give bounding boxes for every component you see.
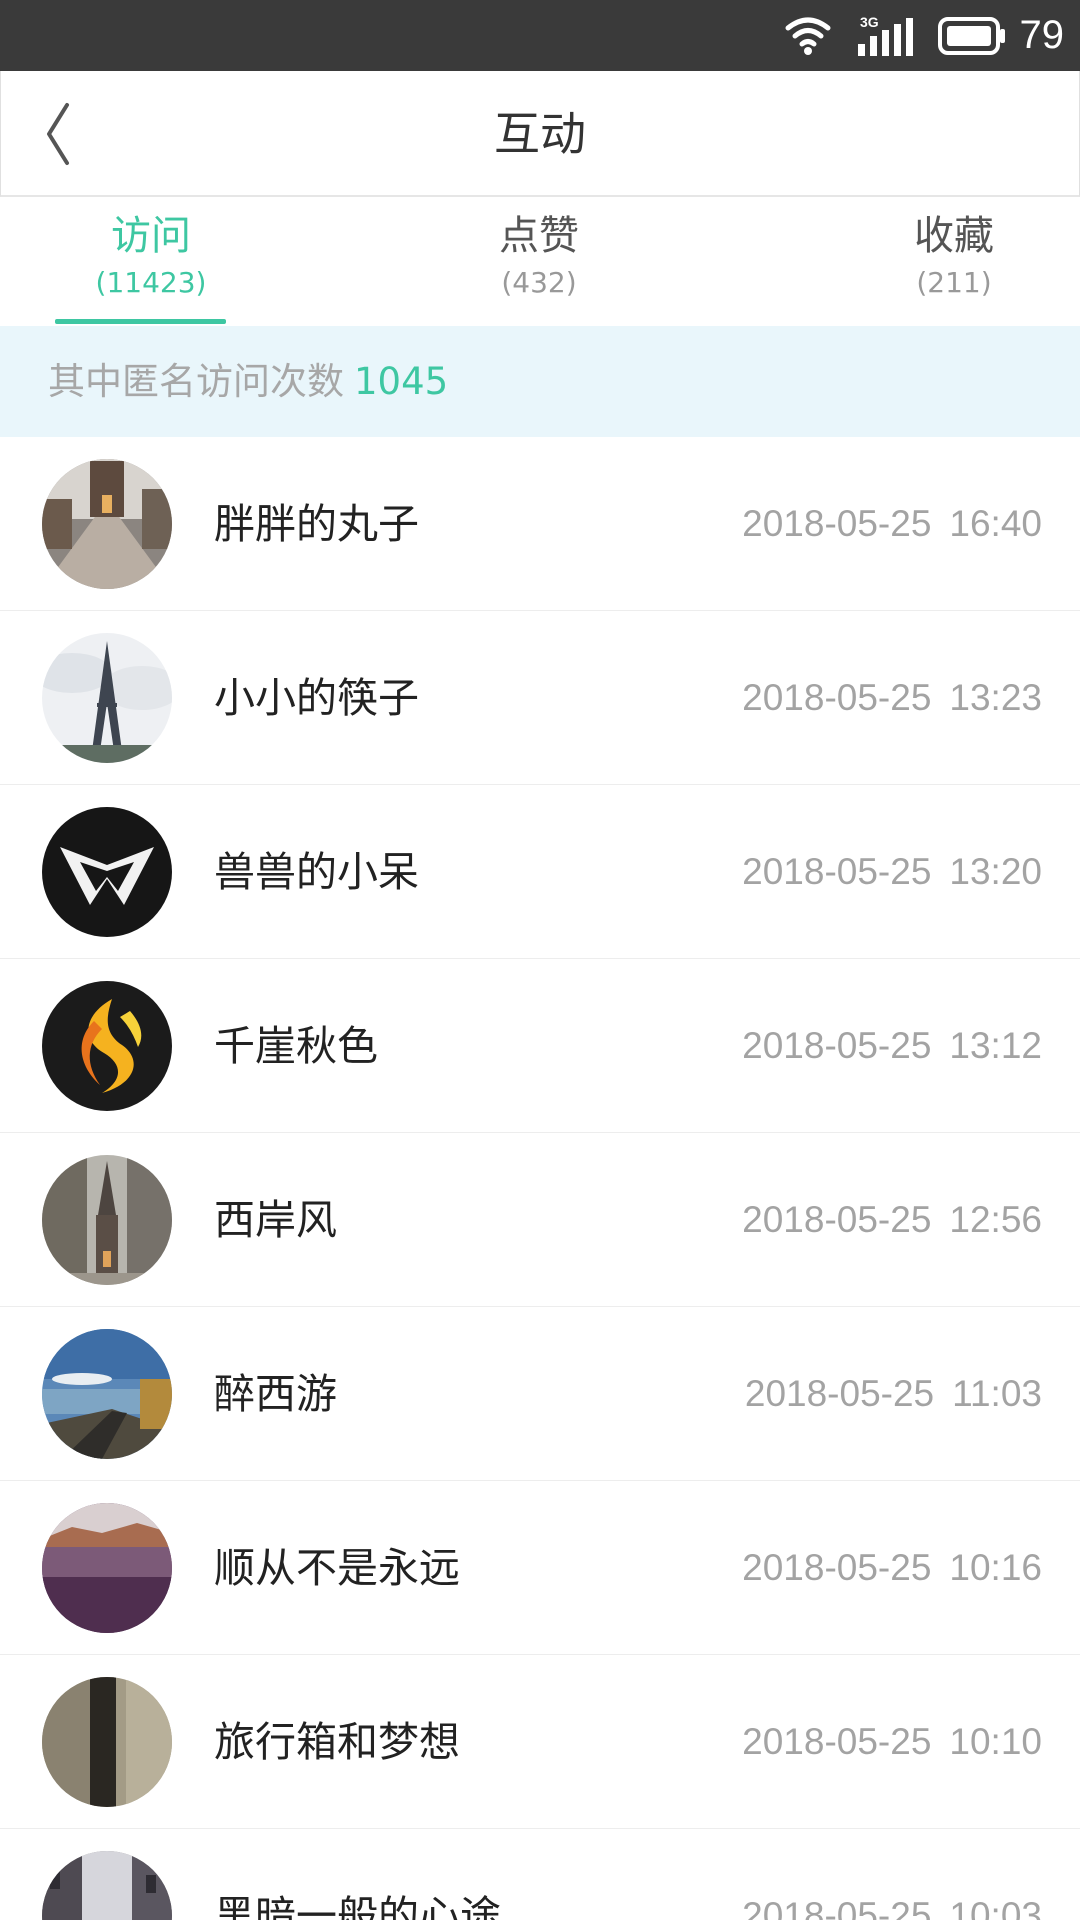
list-item[interactable]: 千崖秋色 2018-05-25 13:12 <box>0 959 1080 1133</box>
visit-date: 2018-05-25 <box>742 503 932 544</box>
tab-favorites-count: (211) <box>916 266 992 299</box>
avatar-sea-image <box>42 1503 172 1633</box>
visit-timestamp: 2018-05-25 11:03 <box>745 1307 1042 1481</box>
visit-date: 2018-05-25 <box>742 677 932 718</box>
visit-date: 2018-05-25 <box>742 1547 932 1588</box>
visitor-name: 旅行箱和梦想 <box>214 1718 460 1766</box>
visitor-name: 胖胖的丸子 <box>214 500 419 548</box>
list-item[interactable]: 旅行箱和梦想 2018-05-25 10:10 <box>0 1655 1080 1829</box>
tab-likes-label: 点赞 <box>499 213 579 259</box>
visitor-name: 顺从不是永远 <box>214 1544 460 1592</box>
visitor-name: 黑暗一般的心途 <box>214 1892 501 1920</box>
avatar[interactable] <box>42 1155 172 1285</box>
list-item[interactable]: 顺从不是永远 2018-05-25 10:16 <box>0 1481 1080 1655</box>
tab-visits[interactable]: 访问 (11423) <box>31 197 271 326</box>
visit-timestamp: 2018-05-25 10:10 <box>742 1655 1042 1829</box>
visit-time: 13:12 <box>949 1025 1042 1066</box>
anonymous-visits-count: 1045 <box>354 360 449 403</box>
battery-icon <box>938 17 1005 55</box>
avatar[interactable] <box>42 1329 172 1459</box>
list-item[interactable]: 黑暗一般的心途 2018-05-25 10:03 <box>0 1829 1080 1920</box>
list-item[interactable]: 小小的筷子 2018-05-25 13:23 <box>0 611 1080 785</box>
avatar[interactable] <box>42 981 172 1111</box>
avatar[interactable] <box>42 1503 172 1633</box>
list-item[interactable]: 西岸风 2018-05-25 12:56 <box>0 1133 1080 1307</box>
visit-date: 2018-05-25 <box>742 1199 932 1240</box>
tab-visits-count: (11423) <box>95 266 207 299</box>
tab-bar: 访问 (11423) 点赞 (432) 收藏 (211) <box>0 197 1080 326</box>
visit-date: 2018-05-25 <box>742 851 932 892</box>
visitor-name: 小小的筷子 <box>214 674 419 722</box>
chevron-left-icon <box>47 103 69 165</box>
visit-date: 2018-05-25 <box>742 1895 932 1920</box>
visitor-name: 醉西游 <box>214 1370 337 1418</box>
anonymous-visits-text: 其中匿名访问次数 1045 <box>48 326 448 437</box>
visit-timestamp: 2018-05-25 16:40 <box>742 437 1042 611</box>
status-bar: 3G 79 <box>0 0 1080 71</box>
tab-likes[interactable]: 点赞 (432) <box>419 197 659 326</box>
avatar-lake-road-image <box>42 1329 172 1459</box>
avatar[interactable] <box>42 1677 172 1807</box>
avatar-logo-image <box>42 807 172 937</box>
visit-time: 10:03 <box>949 1895 1042 1920</box>
tab-favorites-label: 收藏 <box>914 213 994 259</box>
battery-level: 79 <box>1019 13 1065 57</box>
visit-timestamp: 2018-05-25 13:12 <box>742 959 1042 1133</box>
anonymous-visits-banner: 其中匿名访问次数 1045 <box>0 326 1080 437</box>
visitor-name: 兽兽的小呆 <box>214 848 419 896</box>
app-header: 互动 <box>0 71 1080 197</box>
visit-time: 10:16 <box>949 1547 1042 1588</box>
avatar[interactable] <box>42 807 172 937</box>
visit-date: 2018-05-25 <box>742 1721 932 1762</box>
visit-date: 2018-05-25 <box>744 1373 935 1414</box>
page-title: 互动 <box>494 107 586 161</box>
visit-time: 12:56 <box>949 1199 1042 1240</box>
list-item[interactable]: 兽兽的小呆 2018-05-25 13:20 <box>0 785 1080 959</box>
avatar[interactable] <box>42 1851 172 1920</box>
tab-visits-label: 访问 <box>111 213 191 259</box>
visit-time: 13:20 <box>949 851 1042 892</box>
visitor-name: 千崖秋色 <box>214 1022 378 1070</box>
avatar-texture-image <box>42 1677 172 1807</box>
list-item[interactable]: 醉西游 2018-05-25 11:03 <box>0 1307 1080 1481</box>
visit-timestamp: 2018-05-25 13:23 <box>742 611 1042 785</box>
back-button[interactable] <box>31 91 111 177</box>
visit-time: 16:40 <box>949 503 1042 544</box>
visit-time: 11:03 <box>952 1373 1042 1414</box>
anonymous-visits-label: 其中匿名访问次数 <box>48 360 344 403</box>
visit-time: 13:23 <box>949 677 1042 718</box>
avatar-road-image <box>42 459 172 589</box>
visit-time: 10:10 <box>949 1721 1042 1762</box>
avatar-church-image <box>42 1155 172 1285</box>
visit-timestamp: 2018-05-25 10:16 <box>742 1481 1042 1655</box>
avatar-street-image <box>42 1851 172 1920</box>
avatar[interactable] <box>42 459 172 589</box>
wifi-icon <box>785 17 831 55</box>
visit-list: 胖胖的丸子 2018-05-25 16:40 小小的筷子 2018-05-25 13… <box>0 437 1080 1920</box>
tab-likes-count: (432) <box>501 266 577 299</box>
avatar-flame-logo-image <box>42 981 172 1111</box>
tab-favorites[interactable]: 收藏 (211) <box>834 197 1074 326</box>
visit-timestamp: 2018-05-25 10:03 <box>742 1829 1042 1920</box>
avatar-eiffel-image <box>42 633 172 763</box>
tab-active-indicator <box>55 319 226 324</box>
list-item[interactable]: 胖胖的丸子 2018-05-25 16:40 <box>0 437 1080 611</box>
visit-timestamp: 2018-05-25 13:20 <box>742 785 1042 959</box>
visit-date: 2018-05-25 <box>742 1025 932 1066</box>
visitor-name: 西岸风 <box>214 1196 337 1244</box>
signal-icon <box>858 18 913 56</box>
visit-timestamp: 2018-05-25 12:56 <box>742 1133 1042 1307</box>
avatar[interactable] <box>42 633 172 763</box>
